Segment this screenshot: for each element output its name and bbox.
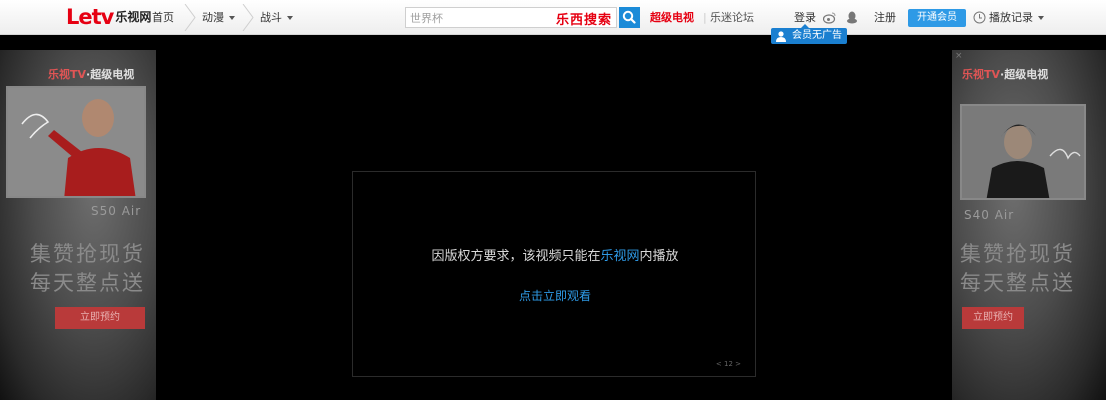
- search-brand-label: 乐西搜索: [555, 13, 612, 28]
- copyright-notice-box: 因版权方要求，该视频只能在乐视网内播放 点击立即观看 < 12 >: [352, 171, 756, 377]
- top-navigation-bar: Letv 乐视网 首页 动漫 战斗 乐西搜索 超级电视 | 乐迷论坛 登录 注册…: [0, 0, 1106, 35]
- watch-now-link[interactable]: 点击立即观看: [353, 287, 757, 304]
- ad-slogan-line2: 每天整点送: [960, 271, 1075, 295]
- logo-letv-text: Letv: [66, 5, 114, 29]
- open-vip-button[interactable]: 开通会员: [908, 9, 966, 27]
- ad-brand-red: 乐视TV: [48, 68, 87, 81]
- nav-category-anime-label: 动漫: [202, 11, 224, 24]
- clock-icon: [973, 11, 986, 24]
- search-box: 乐西搜索: [405, 7, 617, 28]
- play-history-dropdown[interactable]: 播放记录: [989, 0, 1044, 35]
- copyright-message-brand-link[interactable]: 乐视网: [600, 249, 639, 264]
- ad-footballer-image: [8, 88, 144, 196]
- nav-category-fight[interactable]: 战斗: [260, 0, 293, 35]
- left-side-ad[interactable]: 乐视TV·超级电视 S50 Air 集赞抢现货 每天整点送 立即预约: [0, 50, 156, 400]
- forum-link[interactable]: 乐迷论坛: [710, 0, 754, 35]
- search-button[interactable]: [619, 7, 640, 28]
- chevron-down-icon: [1038, 16, 1044, 20]
- ad-brand-rest: ·超级电视: [86, 68, 135, 81]
- ad-brand: 乐视TV·超级电视: [962, 66, 1048, 82]
- breadcrumb-separator-icon: [184, 4, 196, 31]
- ad-slogan-line1: 集赞抢现货: [960, 242, 1075, 266]
- letv-logo[interactable]: Letv 乐视网: [66, 6, 151, 28]
- ad-singer-image: [962, 106, 1084, 198]
- ad-brand-red: 乐视TV: [962, 68, 1001, 81]
- user-icon: [776, 31, 786, 42]
- register-link[interactable]: 注册: [874, 0, 896, 35]
- ad-model-name: S50 Air: [91, 204, 142, 218]
- link-divider: |: [703, 11, 707, 24]
- ad-slogan-line1: 集赞抢现货: [30, 242, 145, 266]
- ad-model-name: S40 Air: [964, 208, 1015, 222]
- chevron-down-icon: [229, 16, 235, 20]
- breadcrumb-separator-icon: [242, 4, 254, 31]
- ad-product-image: [960, 104, 1086, 200]
- member-no-ads-tooltip[interactable]: 会员无广告: [771, 24, 847, 44]
- ad-reserve-button[interactable]: 立即预约: [55, 307, 145, 329]
- logo-cn-text: 乐视网: [115, 10, 152, 24]
- copyright-message-after: 内播放: [639, 249, 679, 264]
- copyright-message: 因版权方要求，该视频只能在乐视网内播放: [353, 245, 757, 264]
- ad-slogan-line2: 每天整点送: [30, 271, 145, 295]
- nav-category-fight-label: 战斗: [260, 11, 282, 24]
- nav-home-link[interactable]: 首页: [152, 0, 174, 35]
- chevron-down-icon: [287, 16, 293, 20]
- right-side-ad[interactable]: 乐视TV·超级电视 S40 Air 集赞抢现货 每天整点送 立即预约: [952, 50, 1106, 400]
- search-input[interactable]: [410, 10, 550, 26]
- ad-brand: 乐视TV·超级电视: [48, 66, 134, 82]
- member-no-ads-label: 会员无广告: [792, 30, 842, 41]
- ad-reserve-button[interactable]: 立即预约: [962, 307, 1024, 329]
- nav-category-anime[interactable]: 动漫: [202, 0, 235, 35]
- super-tv-link[interactable]: 超级电视: [650, 0, 694, 35]
- weibo-icon[interactable]: [823, 11, 837, 24]
- play-history-label: 播放记录: [989, 11, 1033, 24]
- copyright-message-before: 因版权方要求，该视频只能在: [431, 249, 601, 264]
- ad-product-image: [6, 86, 146, 198]
- pager-indicator[interactable]: < 12 >: [716, 360, 741, 368]
- ad-brand-rest: ·超级电视: [1000, 68, 1049, 81]
- qq-icon[interactable]: [846, 11, 858, 24]
- close-icon[interactable]: ×: [955, 51, 965, 61]
- search-icon: [622, 10, 636, 24]
